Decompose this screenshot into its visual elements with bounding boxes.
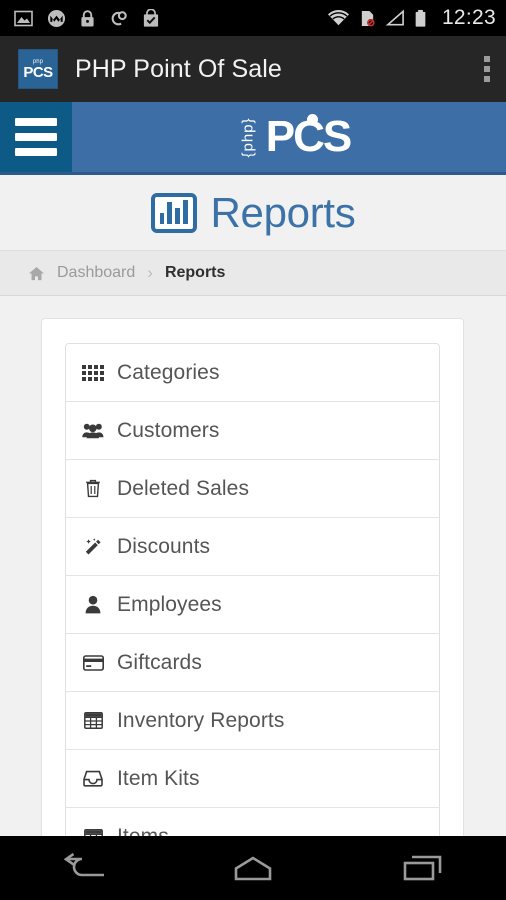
- brand-accent-dot: [306, 114, 318, 125]
- back-button[interactable]: [39, 844, 129, 892]
- breadcrumb-current: Reports: [164, 264, 226, 281]
- signal-icon: [385, 9, 404, 26]
- breadcrumb-separator: ›: [147, 263, 153, 282]
- list-item-label: Inventory Reports: [117, 708, 285, 732]
- credit-card-icon: [82, 653, 104, 673]
- chart-bar: [167, 201, 173, 224]
- list-item-label: Giftcards: [117, 650, 202, 674]
- bar-chart-icon: [150, 192, 197, 233]
- list-item-label: Customers: [117, 418, 220, 442]
- brand-php-text: {php}: [239, 116, 257, 158]
- app-icon-php-text: php: [32, 58, 44, 65]
- chart-bar: [182, 199, 188, 224]
- hamburger-bar: [15, 118, 57, 126]
- hamburger-menu-button[interactable]: [0, 102, 72, 172]
- sync-link-icon: [111, 10, 127, 25]
- brand-logo[interactable]: {php} PCS: [72, 102, 506, 172]
- breadcrumb-dashboard-link[interactable]: Dashboard: [57, 264, 135, 282]
- list-item-employees[interactable]: Employees: [66, 576, 439, 634]
- list-item-discounts[interactable]: Discounts: [66, 518, 439, 576]
- breadcrumb: Dashboard › Reports: [0, 250, 506, 296]
- no-sim-icon: [361, 10, 375, 26]
- app-title: PHP Point Of Sale: [75, 54, 282, 83]
- list-item-inventory-reports[interactable]: Inventory Reports: [66, 692, 439, 750]
- list-item-label: Discounts: [117, 534, 211, 558]
- motorola-icon: [47, 9, 66, 27]
- grid-icon: [82, 363, 104, 383]
- list-item-item-kits[interactable]: Item Kits: [66, 750, 439, 808]
- recent-apps-icon: [403, 855, 441, 881]
- status-right-icons: 12:23: [327, 6, 496, 30]
- brand-mark: {php} PCS: [228, 114, 352, 159]
- list-item-label: Item Kits: [117, 766, 200, 790]
- back-arrow-icon: [64, 853, 105, 877]
- user-icon: [82, 595, 104, 615]
- users-icon: [82, 421, 104, 441]
- list-item-deleted-sales[interactable]: Deleted Sales: [66, 460, 439, 518]
- status-clock: 12:23: [441, 6, 496, 29]
- recents-button[interactable]: [377, 844, 467, 892]
- app-icon: php PCS: [18, 49, 58, 89]
- brand-pcs-text: PCS: [266, 114, 352, 159]
- overflow-dot: [484, 56, 490, 62]
- list-item-categories[interactable]: Categories: [66, 344, 439, 402]
- chart-bar: [159, 212, 165, 224]
- wifi-icon: [327, 9, 349, 26]
- magic-wand-icon: [82, 537, 104, 557]
- image-icon: [14, 10, 33, 26]
- reports-list: Categories Customers Deleted Sales Disco…: [65, 343, 440, 867]
- android-status-bar: 12:23: [0, 0, 506, 36]
- brand-navbar: {php} PCS: [0, 102, 506, 172]
- android-navigation-bar: [0, 836, 506, 900]
- inbox-icon: [82, 769, 104, 789]
- status-left-icons: [14, 8, 160, 28]
- phone-screen: 12:23 php PCS PHP Point Of Sale {php} PC…: [0, 0, 506, 900]
- lock-icon: [81, 9, 94, 26]
- page-header: Reports: [0, 175, 506, 250]
- reports-panel: Categories Customers Deleted Sales Disco…: [41, 318, 464, 890]
- hamburger-bar: [15, 133, 57, 141]
- battery-icon: [415, 9, 426, 27]
- chart-bar: [175, 207, 180, 224]
- content-area: Categories Customers Deleted Sales Disco…: [0, 296, 506, 890]
- overflow-dot: [484, 76, 490, 82]
- app-action-bar: php PCS PHP Point Of Sale: [0, 36, 506, 102]
- list-item-label: Employees: [117, 592, 222, 616]
- list-item-label: Categories: [117, 360, 220, 384]
- list-item-label: Deleted Sales: [117, 476, 250, 500]
- hamburger-bar: [15, 148, 57, 156]
- home-pentagon-icon: [234, 856, 272, 881]
- home-icon: [29, 266, 44, 280]
- overflow-menu-button[interactable]: [484, 56, 490, 82]
- grid-icon-cells: [82, 364, 104, 381]
- list-item-giftcards[interactable]: Giftcards: [66, 634, 439, 692]
- home-button[interactable]: [208, 844, 298, 892]
- page-title: Reports: [210, 188, 356, 236]
- app-icon-pcs-text: PCS: [23, 63, 53, 81]
- shopping-bag-check-icon: [143, 8, 159, 27]
- trash-icon: [82, 479, 104, 499]
- overflow-dot: [484, 66, 490, 72]
- list-item-customers[interactable]: Customers: [66, 402, 439, 460]
- table-icon: [82, 711, 104, 731]
